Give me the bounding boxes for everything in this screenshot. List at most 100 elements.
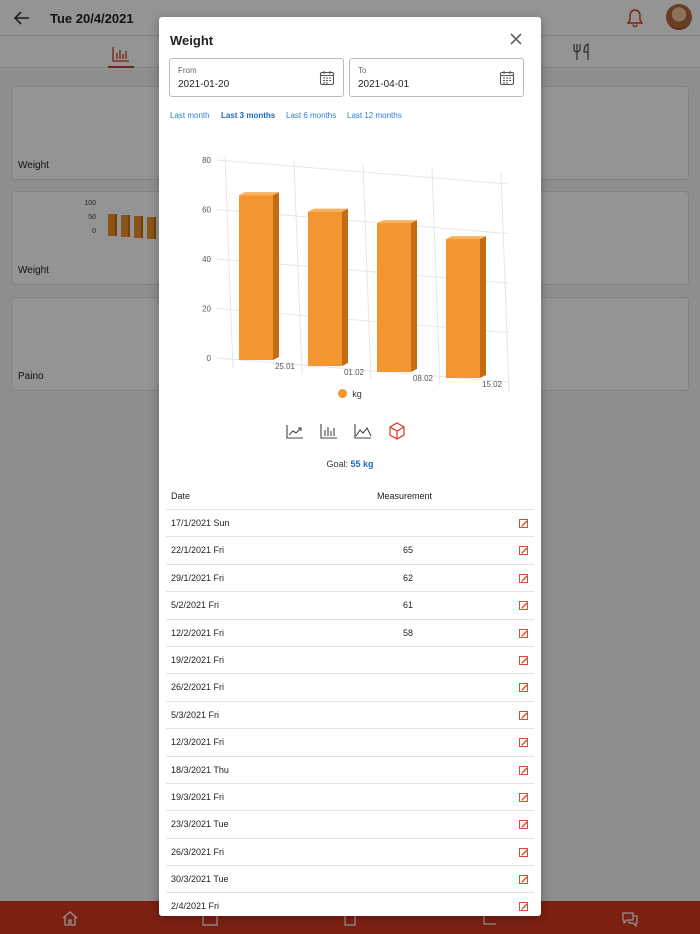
bar-side	[411, 220, 417, 372]
range-tab-last-12-months[interactable]: Last 12 months	[347, 111, 402, 120]
bar	[239, 195, 273, 360]
x-tick-label: 08.02	[413, 374, 434, 383]
row-measurement: 65	[402, 545, 413, 556]
row-date: 26/3/2021 Fri	[171, 846, 225, 857]
row-measurement: 61	[402, 600, 413, 611]
row-date: 5/3/2021 Fri	[171, 709, 220, 720]
edit-icon[interactable]	[518, 573, 529, 584]
goal-label: Goal:	[326, 459, 348, 469]
x-tick-label: 01.02	[344, 368, 365, 377]
legend-swatch	[338, 389, 348, 398]
edit-icon[interactable]	[518, 847, 529, 858]
table-row[interactable]: 17/1/2021 Sun	[166, 510, 534, 538]
header-measurement-column: Measurement	[377, 491, 433, 501]
bar-side	[342, 208, 348, 366]
y-tick-label: 60	[202, 206, 211, 215]
edit-icon[interactable]	[518, 545, 529, 556]
table-row[interactable]: 23/3/2021 Tue	[166, 811, 534, 839]
row-date: 23/3/2021 Tue	[171, 819, 229, 830]
table-row[interactable]: 2/4/2021 Fri	[166, 893, 534, 916]
legend-label: kg	[352, 389, 362, 399]
table-row[interactable]: 18/3/2021 Thu	[166, 757, 534, 784]
trend-line-icon[interactable]	[285, 421, 305, 441]
table-row[interactable]: 26/3/2021 Fri	[166, 839, 534, 867]
weight-chart: 0 20 40 60 80 25.01 01.02 08.02 15.02	[202, 155, 510, 393]
edit-icon[interactable]	[518, 655, 529, 666]
3d-cube-icon[interactable]	[387, 421, 407, 441]
chart-type-selector	[285, 421, 415, 441]
x-tick-label: 15.02	[482, 380, 503, 389]
row-date: 18/3/2021 Thu	[171, 764, 229, 775]
table-row[interactable]: 12/2/2021 Fri 58	[166, 620, 534, 647]
edit-icon[interactable]	[518, 819, 529, 830]
bar-side	[480, 236, 486, 378]
bar-top	[308, 208, 348, 212]
from-value: 2021-01-20	[178, 79, 230, 90]
table-row[interactable]: 12/3/2021 Fri	[166, 729, 534, 757]
row-date: 12/3/2021 Fri	[171, 737, 225, 748]
gridline	[293, 159, 303, 375]
goal-value: 55 kg	[350, 459, 374, 469]
table-row[interactable]: 5/3/2021 Fri	[166, 702, 534, 730]
row-date: 12/2/2021 Fri	[171, 627, 225, 638]
range-tab-last-6-months[interactable]: Last 6 months	[286, 111, 336, 120]
calendar-icon[interactable]	[499, 70, 515, 86]
row-date: 19/2/2021 Fri	[171, 654, 225, 665]
row-date: 30/3/2021 Tue	[171, 874, 229, 885]
bar-side	[273, 192, 279, 360]
bar-chart-icon[interactable]	[319, 421, 339, 441]
edit-icon[interactable]	[518, 737, 529, 748]
header-date-column: Date	[171, 491, 191, 501]
edit-icon[interactable]	[518, 518, 529, 529]
bar	[446, 239, 480, 378]
row-date: 17/1/2021 Sun	[171, 518, 230, 528]
table-row[interactable]: 22/1/2021 Fri 65	[166, 537, 534, 565]
row-date: 26/2/2021 Fri	[171, 682, 225, 693]
range-tab-last-month[interactable]: Last month	[170, 111, 210, 120]
row-measurement: 62	[402, 572, 413, 583]
edit-icon[interactable]	[518, 600, 529, 611]
table-row[interactable]: 19/3/2021 Fri	[166, 784, 534, 812]
chart-legend[interactable]: kg	[159, 389, 541, 399]
bar-top	[377, 220, 417, 224]
gridline	[500, 171, 510, 393]
gridline	[216, 159, 509, 185]
y-tick-label: 40	[202, 255, 211, 264]
table-row[interactable]: 30/3/2021 Tue	[166, 866, 534, 894]
row-date: 22/1/2021 Fri	[171, 545, 225, 556]
from-label: From	[178, 66, 197, 75]
goal-text: Goal: 55 kg	[159, 459, 541, 469]
table-header: Date Measurement	[166, 483, 534, 510]
dialog-title: Weight	[170, 33, 214, 48]
table-row[interactable]: 29/1/2021 Fri 62	[166, 565, 534, 593]
row-measurement: 58	[402, 627, 413, 638]
area-chart-icon[interactable]	[353, 421, 373, 441]
edit-icon[interactable]	[518, 874, 529, 885]
table-row[interactable]: 26/2/2021 Fri	[166, 674, 534, 702]
edit-icon[interactable]	[518, 901, 529, 912]
edit-icon[interactable]	[518, 765, 529, 776]
row-date: 2/4/2021 Fri	[171, 901, 220, 912]
close-icon[interactable]	[509, 32, 523, 46]
table-row[interactable]: 19/2/2021 Fri	[166, 647, 534, 675]
y-tick-label: 0	[207, 354, 212, 363]
edit-icon[interactable]	[518, 628, 529, 639]
edit-icon[interactable]	[518, 682, 529, 693]
table-row[interactable]: 5/2/2021 Fri 61	[166, 592, 534, 620]
calendar-icon[interactable]	[319, 70, 335, 86]
row-date: 19/3/2021 Fri	[171, 791, 225, 802]
from-date-field[interactable]: From 2021-01-20	[169, 58, 344, 97]
x-tick-label: 25.01	[275, 362, 296, 371]
measurement-table: Date Measurement 17/1/2021 Sun 22/1/2021 …	[166, 483, 534, 916]
weight-dialog: Weight From 2021-01-20 To 2021-04-01 Las…	[159, 17, 541, 916]
bar-top	[239, 192, 279, 196]
to-date-field[interactable]: To 2021-04-01	[349, 58, 524, 97]
to-label: To	[358, 66, 367, 75]
to-value: 2021-04-01	[358, 79, 410, 90]
gridline	[224, 155, 234, 369]
edit-icon[interactable]	[518, 792, 529, 803]
row-date: 5/2/2021 Fri	[171, 600, 220, 611]
range-tab-last-3-months[interactable]: Last 3 months	[221, 111, 275, 120]
row-date: 29/1/2021 Fri	[171, 572, 225, 583]
edit-icon[interactable]	[518, 710, 529, 721]
